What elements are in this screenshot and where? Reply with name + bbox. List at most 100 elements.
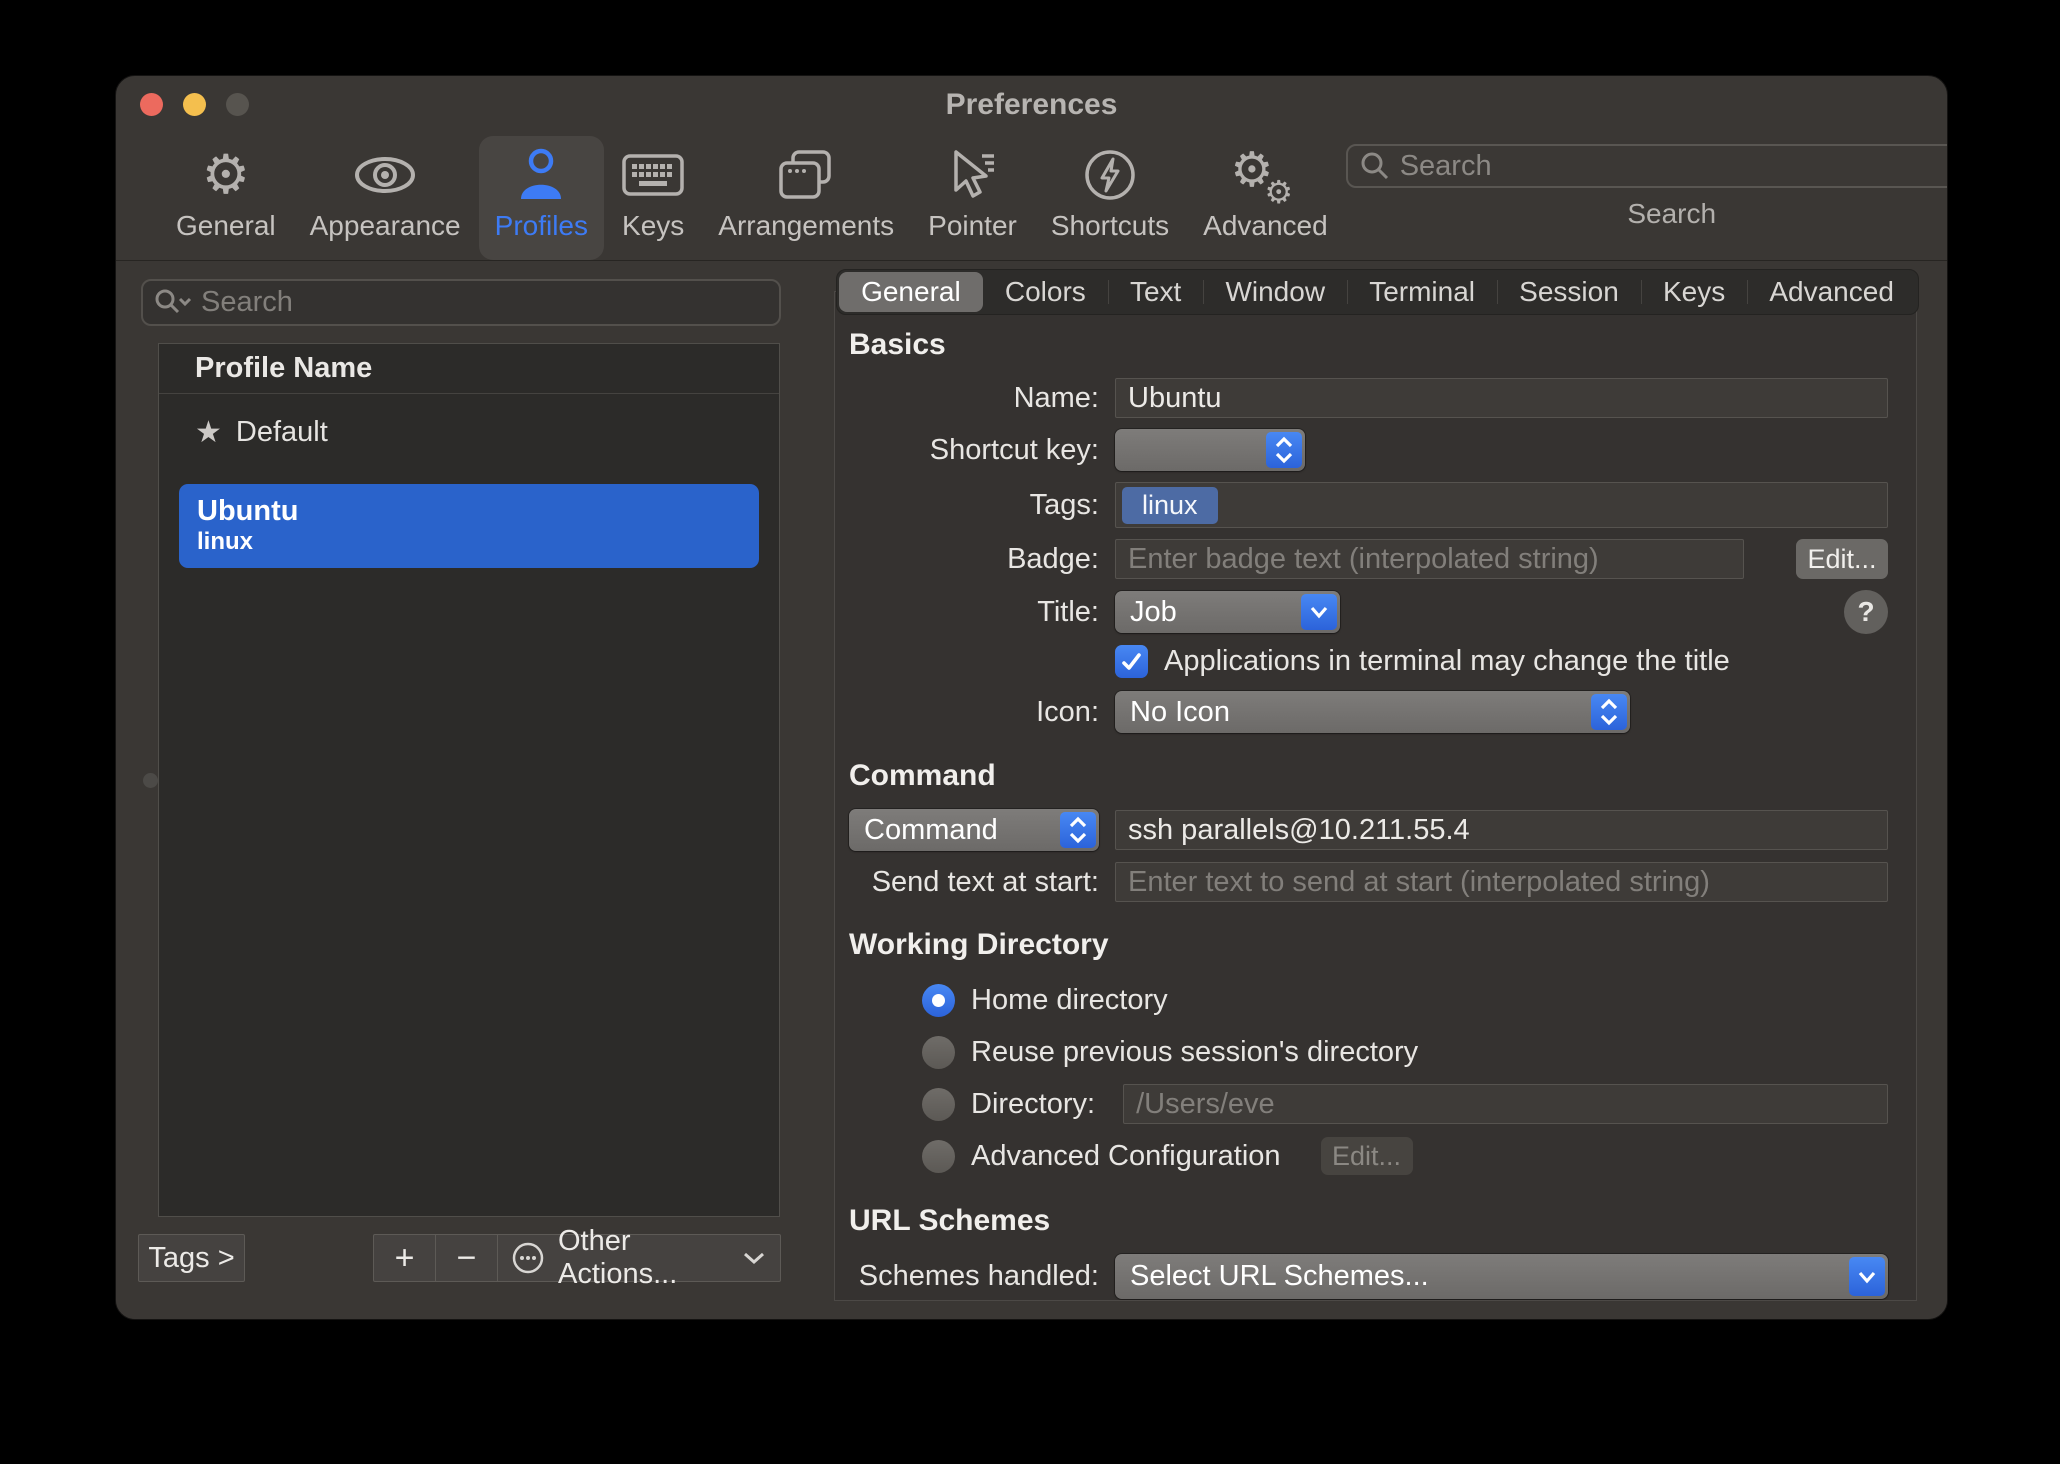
- chevron-down-icon: [1849, 1257, 1885, 1296]
- tags-row: Tags: linux: [849, 482, 1888, 528]
- window-title: Preferences: [945, 88, 1118, 121]
- command-type-popup[interactable]: Command: [849, 809, 1099, 851]
- profile-search-input[interactable]: [201, 286, 769, 319]
- other-actions-button[interactable]: Other Actions...: [498, 1225, 780, 1290]
- person-icon: [517, 142, 565, 208]
- badge-input[interactable]: [1128, 542, 1731, 576]
- chevron-down-icon: [1301, 594, 1337, 630]
- name-label: Name:: [1013, 381, 1099, 414]
- wd-directory-label[interactable]: Directory:: [971, 1088, 1095, 1121]
- schemes-handled-label: Schemes handled:: [858, 1260, 1099, 1292]
- profile-row-ubuntu[interactable]: Ubuntu linux: [179, 484, 759, 568]
- tab-general[interactable]: General: [839, 272, 983, 312]
- toolbar-item-appearance[interactable]: Appearance: [294, 136, 477, 260]
- profile-name: Default: [235, 415, 328, 448]
- basics-header: Basics: [849, 328, 946, 361]
- tab-session[interactable]: Session: [1497, 272, 1641, 312]
- checkbox-checked-icon[interactable]: [1115, 645, 1148, 678]
- name-row: Name:: [849, 378, 1888, 418]
- shortcut-key-label: Shortcut key:: [929, 433, 1099, 466]
- badge-field[interactable]: [1115, 539, 1744, 579]
- profile-search-field[interactable]: [141, 279, 781, 326]
- search-scope-icon[interactable]: [153, 288, 193, 318]
- title-row: Title: Job ?: [849, 590, 1888, 634]
- tab-terminal[interactable]: Terminal: [1347, 272, 1497, 312]
- schemes-row: Schemes handled: Select URL Schemes...: [849, 1254, 1888, 1299]
- toolbar: ⚙ General Appearance Profiles Keys Arran…: [116, 132, 1947, 261]
- windows-icon: [775, 142, 837, 208]
- wd-reuse-label[interactable]: Reuse previous session's directory: [971, 1036, 1418, 1069]
- toolbar-item-arrangements[interactable]: Arrangements: [702, 136, 910, 260]
- shortcut-key-popup[interactable]: [1115, 429, 1305, 471]
- tag-chip[interactable]: linux: [1122, 486, 1218, 524]
- toolbar-search-input[interactable]: [1399, 149, 1947, 183]
- toolbar-item-advanced[interactable]: ⚙ ⚙ Advanced: [1187, 136, 1344, 260]
- tab-colors[interactable]: Colors: [983, 272, 1108, 312]
- radio-icon[interactable]: [922, 1139, 955, 1173]
- name-input[interactable]: [1128, 381, 1875, 415]
- radio-icon[interactable]: [922, 1087, 955, 1121]
- toolbar-item-general[interactable]: ⚙ General: [160, 136, 292, 260]
- radio-icon[interactable]: [922, 1035, 955, 1069]
- name-field[interactable]: [1115, 378, 1888, 418]
- updown-chevrons-icon: [1266, 432, 1302, 468]
- profile-row-default[interactable]: ★ Default: [159, 400, 779, 464]
- ellipsis-circle-icon: [510, 1240, 546, 1276]
- send-text-input[interactable]: [1128, 865, 1875, 899]
- badge-label: Badge:: [1007, 542, 1099, 575]
- tags-field[interactable]: linux: [1115, 482, 1888, 528]
- command-field[interactable]: [1115, 810, 1888, 850]
- profile-tabs: General Colors Text Window Terminal Sess…: [836, 269, 1919, 315]
- tags-label: Tags:: [1029, 488, 1099, 521]
- general-tab-content: Basics Name: Shortcut key:: [834, 291, 1917, 1301]
- tags-button[interactable]: Tags >: [138, 1234, 245, 1282]
- toolbar-item-keys[interactable]: Keys: [606, 136, 700, 260]
- command-input[interactable]: [1128, 813, 1875, 847]
- command-header: Command: [849, 759, 996, 792]
- help-button[interactable]: ?: [1844, 590, 1888, 634]
- gear-icon: ⚙: [201, 143, 251, 206]
- profile-list-header: Profile Name: [159, 344, 779, 394]
- toolbar-item-pointer[interactable]: Pointer: [912, 136, 1033, 260]
- profiles-sidebar: Profile Name ★ Default Ubuntu linux Tags…: [116, 261, 834, 1319]
- wd-advanced-label[interactable]: Advanced Configuration: [971, 1140, 1281, 1173]
- chevron-down-icon: [742, 1251, 766, 1265]
- content-area: Profile Name ★ Default Ubuntu linux Tags…: [116, 261, 1947, 1319]
- title-checkbox-row: Applications in terminal may change the …: [1115, 645, 1888, 678]
- title-popup[interactable]: Job: [1115, 591, 1340, 633]
- url-schemes-popup[interactable]: Select URL Schemes...: [1115, 1254, 1888, 1299]
- wd-directory-row: Directory:: [922, 1082, 1888, 1126]
- wd-home-label[interactable]: Home directory: [971, 984, 1168, 1017]
- icon-popup[interactable]: No Icon: [1115, 691, 1630, 733]
- badge-row: Badge: Edit...: [849, 539, 1888, 579]
- badge-edit-button[interactable]: Edit...: [1796, 539, 1888, 579]
- preferences-window: Preferences ⚙ General Appearance Profile…: [115, 75, 1948, 1320]
- tab-advanced[interactable]: Advanced: [1747, 272, 1916, 312]
- gears-icon: ⚙ ⚙: [1230, 142, 1294, 211]
- send-text-label: Send text at start:: [871, 865, 1099, 898]
- send-text-row: Send text at start:: [849, 862, 1888, 902]
- title-checkbox-label[interactable]: Applications in terminal may change the …: [1164, 645, 1730, 678]
- minimize-button[interactable]: [183, 93, 206, 116]
- toolbar-item-shortcuts[interactable]: Shortcuts: [1035, 136, 1185, 260]
- remove-profile-button[interactable]: −: [436, 1235, 498, 1281]
- cursor-icon: [946, 142, 1000, 208]
- traffic-lights: [140, 93, 249, 116]
- tab-text[interactable]: Text: [1107, 272, 1204, 312]
- search-icon: [1360, 151, 1390, 181]
- toolbar-search-field[interactable]: [1345, 144, 1947, 188]
- icon-label: Icon:: [1036, 695, 1099, 728]
- close-button[interactable]: [140, 93, 163, 116]
- toolbar-item-profiles[interactable]: Profiles: [478, 136, 605, 260]
- keyboard-icon: [622, 142, 684, 208]
- directory-input[interactable]: [1136, 1087, 1875, 1121]
- tab-window[interactable]: Window: [1203, 272, 1347, 312]
- send-text-field[interactable]: [1115, 862, 1888, 902]
- advanced-edit-button: Edit...: [1320, 1137, 1413, 1175]
- tab-keys[interactable]: Keys: [1640, 272, 1747, 312]
- icon-row: Icon: No Icon: [849, 691, 1888, 733]
- add-profile-button[interactable]: +: [374, 1235, 436, 1281]
- command-row: Command: [849, 809, 1888, 851]
- directory-field[interactable]: [1123, 1084, 1888, 1124]
- radio-selected-icon[interactable]: [922, 983, 955, 1017]
